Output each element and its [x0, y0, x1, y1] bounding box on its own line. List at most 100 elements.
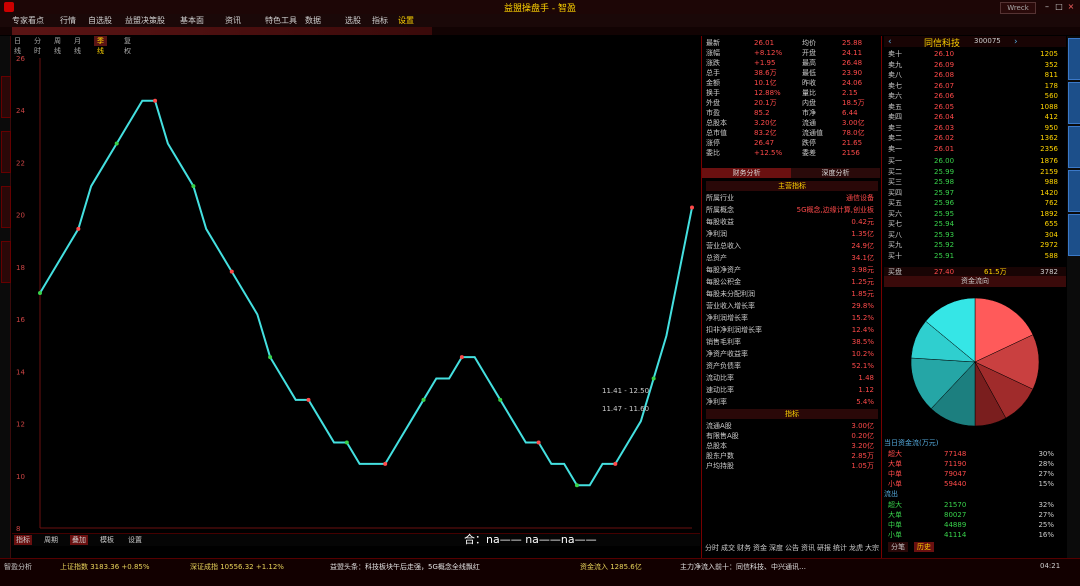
- info-tab[interactable]: 公告: [785, 543, 799, 553]
- info-tab[interactable]: 统计: [833, 543, 847, 553]
- quote-label: 量比: [802, 89, 816, 97]
- minimize-icon[interactable]: –: [1042, 2, 1052, 12]
- menu-item[interactable]: 基本面: [180, 15, 204, 26]
- right-tool-button[interactable]: [1068, 82, 1080, 124]
- right-tool-button[interactable]: [1068, 38, 1080, 80]
- info-tab[interactable]: 深度: [769, 543, 783, 553]
- sell-row[interactable]: 卖二 26.02 1362: [884, 133, 1066, 143]
- quote-value: 21.65: [842, 139, 863, 147]
- ticker-news[interactable]: 益盟头条：科技板块午后走强，5G概念全线飘红: [330, 562, 480, 572]
- price-point: [38, 291, 42, 295]
- sell-row[interactable]: 卖八 26.08 811: [884, 70, 1066, 80]
- level-price: 26.05: [934, 102, 955, 111]
- close-icon[interactable]: ×: [1066, 2, 1076, 12]
- buy-row[interactable]: 买四 25.97 1420: [884, 188, 1066, 198]
- sell-row[interactable]: 卖一 26.01 2356: [884, 144, 1066, 154]
- ticker-index[interactable]: 上证指数 3183.36 +0.85%: [60, 562, 150, 572]
- tab-period-active[interactable]: 季线: [94, 36, 107, 55]
- chart-bottom-tab[interactable]: 设置: [126, 535, 144, 545]
- buy-row[interactable]: 买二 25.99 2159: [884, 167, 1066, 177]
- tab-finance[interactable]: 财务分析: [702, 168, 791, 178]
- tab-period[interactable]: 日线: [14, 36, 21, 55]
- info-tab[interactable]: 研报: [817, 543, 831, 553]
- finance-label: 每股收益: [706, 218, 734, 226]
- sidebar-tab[interactable]: [1, 186, 11, 228]
- kline-chart[interactable]: 26242220181614121082016/4/32017/1/32018/…: [12, 36, 700, 556]
- back-icon[interactable]: ‹: [888, 37, 892, 47]
- sell-row[interactable]: 卖九 26.09 352: [884, 60, 1066, 70]
- buy-row[interactable]: 买一 26.00 1876: [884, 156, 1066, 166]
- right-tool-button[interactable]: [1068, 126, 1080, 168]
- sell-row[interactable]: 卖三 26.03 950: [884, 123, 1066, 133]
- chart-bottom-tab[interactable]: 模板: [98, 535, 116, 545]
- info-tab[interactable]: 资金: [753, 543, 767, 553]
- buy-row[interactable]: 买八 25.93 304: [884, 230, 1066, 240]
- finance-value: 5G概念,边缘计算,创业板: [796, 206, 874, 214]
- finance-value: 3.98元: [851, 266, 874, 274]
- sell-row[interactable]: 卖四 26.04 412: [884, 112, 1066, 122]
- sell-row[interactable]: 卖六 26.06 560: [884, 91, 1066, 101]
- ticker-index[interactable]: 深证成指 10556.32 +1.12%: [190, 562, 284, 572]
- sidebar-tab[interactable]: [1, 131, 11, 173]
- chart-bottom-tab[interactable]: 指标: [14, 535, 32, 545]
- menu-item[interactable]: 益盟决策股: [125, 15, 165, 26]
- finance-row: 营业收入增长率 29.8%: [706, 301, 878, 311]
- menu-item[interactable]: 设置: [398, 15, 414, 26]
- level-price: 25.95: [934, 209, 955, 218]
- sell-row[interactable]: 卖七 26.07 178: [884, 81, 1066, 91]
- info-tab[interactable]: 成交: [721, 543, 735, 553]
- menu-item[interactable]: 特色工具: [265, 15, 297, 26]
- finance-label: 营业收入增长率: [706, 302, 755, 310]
- menu-item[interactable]: 行情: [60, 15, 76, 26]
- info-tab[interactable]: 资讯: [801, 543, 815, 553]
- quote-value: 78.0亿: [842, 129, 865, 137]
- chart-bottom-tab[interactable]: 周期: [42, 535, 60, 545]
- chart-svg[interactable]: 26242220181614121082016/4/32017/1/32018/…: [12, 48, 700, 545]
- right-tool-button[interactable]: [1068, 214, 1080, 256]
- buy-row[interactable]: 买七 25.94 655: [884, 219, 1066, 229]
- ticker-news[interactable]: 主力净流入前十：同信科技、中兴通讯…: [680, 562, 806, 572]
- menu-item[interactable]: 自选股: [88, 15, 112, 26]
- info-tab[interactable]: 分时: [705, 543, 719, 553]
- menu-item[interactable]: 数据: [305, 15, 321, 26]
- chart-caption: 合：na—— na——na——: [464, 533, 597, 546]
- level-label: 卖八: [888, 71, 902, 79]
- quote-value: 85.2: [754, 109, 770, 117]
- quote-label: 流通: [802, 119, 816, 127]
- buy-row[interactable]: 买三 25.98 988: [884, 177, 1066, 187]
- buy-row[interactable]: 买五 25.96 762: [884, 198, 1066, 208]
- finance-label: 总股本: [706, 442, 727, 450]
- info-tab[interactable]: 财务: [737, 543, 751, 553]
- menu-item[interactable]: 资讯: [225, 15, 241, 26]
- tab-deep-analysis[interactable]: 深度分析: [791, 168, 880, 178]
- account-badge[interactable]: Wreck: [1000, 2, 1036, 14]
- buy-row[interactable]: 买九 25.92 2972: [884, 240, 1066, 250]
- sidebar-tab[interactable]: [1, 76, 11, 118]
- info-tab[interactable]: 龙虎: [849, 543, 863, 553]
- finance-value: 1.48: [858, 374, 874, 382]
- menu-item[interactable]: 选股: [345, 15, 361, 26]
- tab-period[interactable]: 分时: [34, 36, 41, 55]
- price-point: [268, 355, 273, 360]
- menu-item[interactable]: 专家看点: [12, 15, 44, 26]
- info-tab[interactable]: 大宗: [865, 543, 879, 553]
- quote-value: 38.6万: [754, 69, 777, 77]
- menu-item[interactable]: 指标: [372, 15, 388, 26]
- sell-row[interactable]: 卖十 26.10 1205: [884, 49, 1066, 59]
- forward-icon[interactable]: ›: [1014, 37, 1018, 47]
- buy-row[interactable]: 买十 25.91 588: [884, 251, 1066, 261]
- finance-label: 每股未分配利润: [706, 290, 755, 298]
- chart-bottom-tab[interactable]: 叠加: [70, 535, 88, 545]
- tab-period[interactable]: 周线: [54, 36, 61, 55]
- sidebar-tab[interactable]: [1, 241, 11, 283]
- finance-value: 1.85元: [851, 290, 874, 298]
- maximize-icon[interactable]: □: [1054, 2, 1064, 12]
- sell-row[interactable]: 卖五 26.05 1088: [884, 102, 1066, 112]
- tab-period[interactable]: 复权: [124, 36, 131, 55]
- right-tool-button[interactable]: [1068, 170, 1080, 212]
- buy-row[interactable]: 买六 25.95 1892: [884, 209, 1066, 219]
- tab-period[interactable]: 月线: [74, 36, 81, 55]
- finance-value: 38.5%: [851, 338, 874, 346]
- ticker-flow[interactable]: 资金流入 1285.6亿: [580, 562, 642, 572]
- toolbar-strip[interactable]: [12, 27, 432, 35]
